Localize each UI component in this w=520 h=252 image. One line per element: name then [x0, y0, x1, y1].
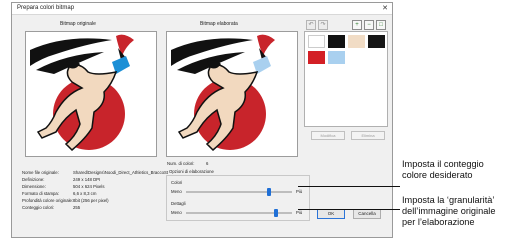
num-colors-label: Num. di colori: — [167, 161, 195, 166]
undo-icon[interactable]: ↶ — [306, 20, 316, 30]
info-value: 255 — [73, 205, 81, 210]
zoom-in-icon[interactable]: + — [352, 20, 362, 30]
callout-line-colors — [298, 186, 400, 187]
delete-button[interactable]: Elimina — [351, 131, 385, 140]
details-slider-thumb[interactable] — [274, 209, 279, 217]
info-value: 504 x 624 Pixels — [73, 184, 105, 189]
processing-options-group — [166, 175, 310, 221]
prepare-bitmap-colors-dialog: Prepara colori bitmap ✕ Bitmap originale… — [11, 2, 393, 238]
processed-bitmap-label: Bitmap elaborata — [200, 21, 238, 27]
info-value: Shared\Designs\Noodi_Direct_Athletics_Br… — [73, 170, 173, 175]
original-bitmap-panel — [25, 31, 157, 157]
window-title: Prepara colori bitmap — [17, 5, 75, 11]
original-bitmap-label: Bitmap originale — [60, 21, 96, 27]
title-bar: Prepara colori bitmap ✕ — [12, 3, 392, 15]
palette-swatch[interactable] — [328, 35, 345, 48]
colors-more-label: Più — [296, 189, 303, 194]
colors-label: Colori — [171, 180, 183, 185]
processed-bitmap-panel — [166, 31, 298, 157]
zoom-fit-icon[interactable]: □ — [376, 20, 386, 30]
details-label: Dettagli — [171, 201, 186, 206]
info-label: Definizione: — [22, 177, 45, 182]
ok-button[interactable]: OK — [317, 209, 345, 219]
palette-swatch[interactable] — [348, 35, 365, 48]
color-palette — [304, 31, 388, 127]
palette-swatch[interactable] — [308, 35, 325, 48]
palette-swatch[interactable] — [368, 35, 385, 48]
info-label: Profondità colore originale: — [22, 198, 74, 203]
colors-less-label: Meno — [171, 189, 182, 194]
info-label: Formato di stampa: — [22, 191, 60, 196]
callout-colors-text: Imposta il conteggio colore desiderato — [402, 159, 484, 180]
redo-icon[interactable]: ↷ — [318, 20, 328, 30]
callout-granularity-text: Imposta la ‘granularità’ dell’immagine o… — [402, 195, 496, 227]
close-icon[interactable]: ✕ — [382, 4, 388, 12]
details-more-label: Più — [296, 210, 303, 215]
cancel-button[interactable]: Cancella — [353, 209, 381, 219]
palette-swatch[interactable] — [328, 51, 345, 64]
colors-slider-thumb[interactable] — [266, 188, 271, 196]
info-value: 8bit (256 per pixel) — [73, 198, 109, 203]
palette-swatch[interactable] — [308, 51, 325, 64]
info-label: Dimensione: — [22, 184, 46, 189]
processing-options-title: Opzioni di elaborazione — [168, 169, 215, 174]
athlete-torch-illustration-processed — [171, 34, 275, 152]
info-value: 6,6 x 8,3 cm — [73, 191, 97, 196]
num-colors-value: 6 — [206, 161, 209, 166]
colors-slider[interactable] — [186, 191, 292, 193]
athlete-torch-illustration — [30, 34, 134, 152]
info-label: Nome file originale: — [22, 170, 59, 175]
info-label: Conteggio colori: — [22, 205, 55, 210]
modify-button[interactable]: Modifica — [311, 131, 345, 140]
zoom-out-icon[interactable]: − — [364, 20, 374, 30]
details-less-label: Meno — [171, 210, 182, 215]
callout-line-granularity — [298, 209, 400, 210]
info-value: 249 x 148 DPI — [73, 177, 101, 182]
